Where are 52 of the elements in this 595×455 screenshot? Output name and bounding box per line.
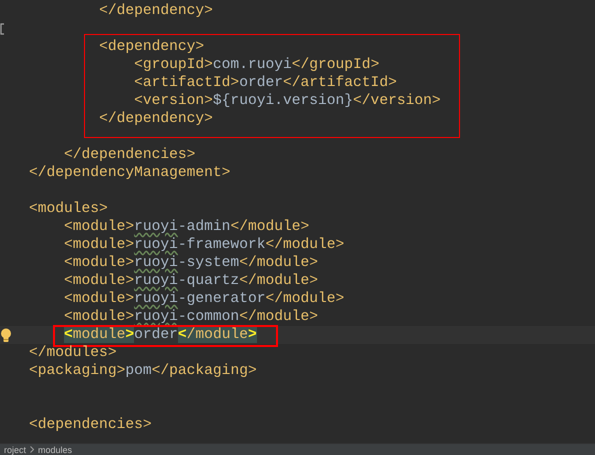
xml-tag: </module> — [239, 255, 318, 271]
xml-tag: <module> — [64, 273, 134, 289]
xml-tag: <module> — [64, 309, 134, 325]
xml-tag: <module> — [64, 255, 134, 271]
element-text: order — [239, 75, 283, 91]
xml-tag: </version> — [353, 93, 441, 109]
xml-tag: <groupId> — [134, 57, 213, 73]
xml-tag: <module> — [64, 327, 134, 343]
xml-tag: </module> — [239, 309, 318, 325]
element-text: order — [134, 327, 178, 343]
xml-tag: </dependencyManagement> — [29, 165, 230, 181]
element-text: -framework — [178, 237, 266, 253]
element-text: ruoyi — [134, 219, 178, 235]
element-text: ruoyi — [134, 273, 178, 289]
element-text: -system — [178, 255, 240, 271]
xml-tag: <version> — [134, 93, 213, 109]
xml-tag: </module> — [239, 273, 318, 289]
breadcrumb-item[interactable]: roject — [4, 444, 26, 454]
element-text: ruoyi — [134, 291, 178, 307]
xml-tag: </groupId> — [292, 57, 380, 73]
breadcrumb-item[interactable]: modules — [38, 444, 72, 454]
xml-tag: <dependencies> — [29, 417, 152, 433]
xml-tag: </module> — [265, 291, 344, 307]
xml-tag: <module> — [64, 219, 134, 235]
element-text: ruoyi — [134, 237, 178, 253]
xml-tag: </modules> — [29, 345, 117, 361]
element-text: -admin — [178, 219, 230, 235]
chevron-icon — [30, 446, 34, 453]
xml-tag: </module> — [230, 219, 310, 235]
xml-tag: </module> — [178, 327, 257, 343]
xml-tag: <modules> — [29, 201, 108, 217]
element-text: ruoyi — [134, 255, 178, 271]
xml-tag: </packaging> — [152, 363, 257, 379]
xml-tag: <module> — [64, 237, 134, 253]
xml-tag: </module> — [265, 237, 344, 253]
element-text: -common — [178, 309, 240, 325]
element-text: -generator — [178, 291, 266, 307]
xml-tag: <dependency> — [99, 39, 204, 55]
element-text: ${ruoyi.version} — [212, 93, 354, 109]
xml-tag: <module> — [64, 291, 134, 307]
lightbulb-icon[interactable] — [0, 328, 12, 343]
element-text: pom — [125, 363, 152, 379]
element-text: com.ruoyi — [212, 57, 292, 73]
element-text: -quartz — [178, 273, 240, 289]
xml-tag: <packaging> — [29, 363, 126, 379]
xml-tag: </dependency> — [99, 3, 213, 19]
xml-tag: </dependencies> — [64, 147, 196, 163]
element-text: ruoyi — [134, 309, 178, 325]
xml-tag: </artifactId> — [282, 75, 397, 91]
xml-tag: <artifactId> — [134, 75, 240, 91]
xml-tag: </dependency> — [99, 111, 213, 127]
fold-marker-icon[interactable] — [0, 23, 5, 35]
